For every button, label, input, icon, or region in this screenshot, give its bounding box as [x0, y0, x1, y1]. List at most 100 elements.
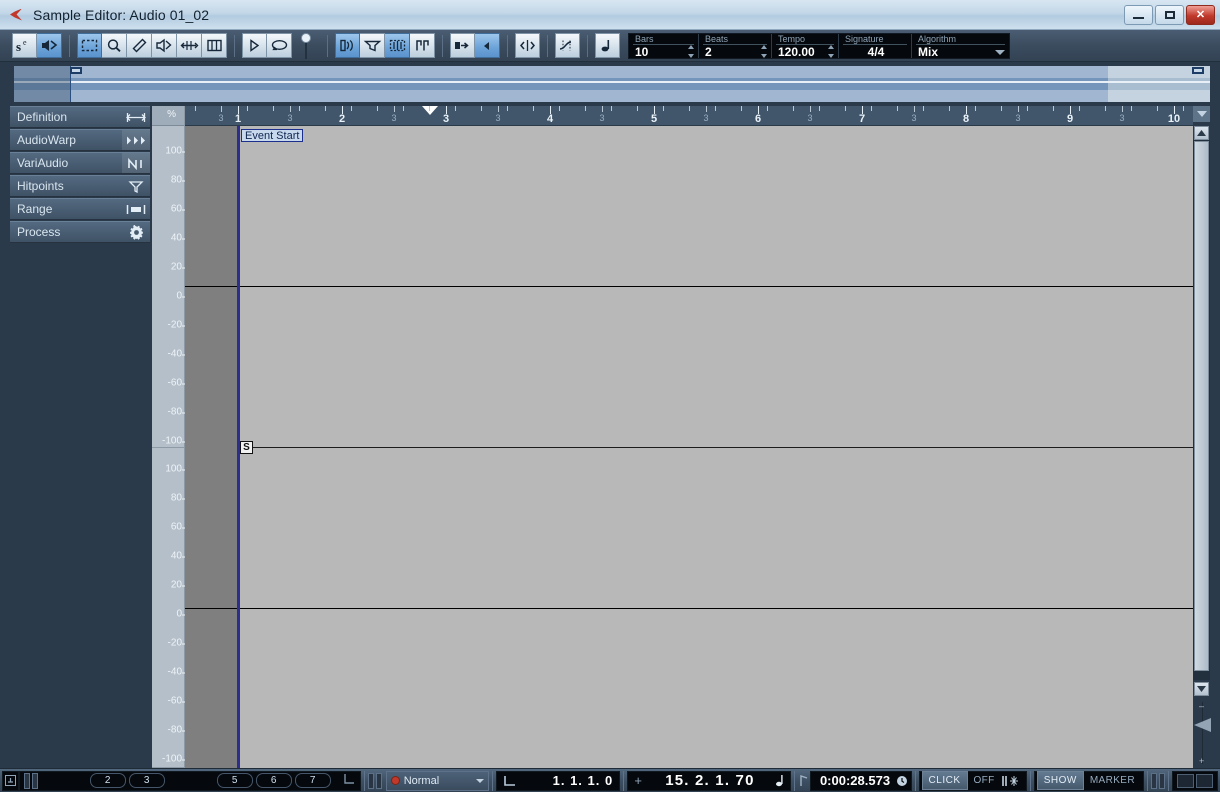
snap-dropdown[interactable] [475, 33, 500, 58]
scroll-up-button[interactable] [1194, 126, 1209, 140]
click-button[interactable]: CLICK [921, 771, 968, 790]
ruler-dropdown-button[interactable] [1193, 106, 1210, 122]
tempo-track-icon[interactable] [798, 774, 811, 787]
vertical-zoom-slider[interactable]: – + [1194, 701, 1211, 766]
sidebar-item-process[interactable]: Process [10, 221, 150, 243]
scroll-track[interactable] [1193, 140, 1210, 680]
algorithm-field[interactable]: Algorithm Mix [912, 34, 1009, 59]
ruler-minor-tick [325, 106, 326, 111]
waveform-display[interactable]: Event Start S [185, 126, 1193, 768]
show-fades-button[interactable] [385, 33, 410, 58]
sync-icon[interactable] [1001, 775, 1024, 787]
position-display[interactable]: + 15. 2. 1. 70 [627, 770, 791, 791]
master-level-display[interactable] [1172, 770, 1218, 791]
ruler-bar-label: 3 [442, 113, 450, 125]
snap-button[interactable] [450, 33, 475, 58]
vr-tick: 20 [170, 261, 187, 273]
loop-button[interactable] [267, 33, 292, 58]
playhead-marker[interactable] [422, 106, 438, 115]
scroll-down-button[interactable] [1194, 682, 1209, 696]
minimize-button[interactable] [1124, 4, 1153, 25]
object-selection-tool[interactable] [77, 33, 102, 58]
draw-tool[interactable] [127, 33, 152, 58]
ruler-minor-tick [871, 106, 872, 111]
show-region-button[interactable] [360, 33, 385, 58]
click-section[interactable]: CLICK OFF [918, 770, 1027, 791]
vr-tick: -100 [161, 435, 187, 447]
ruler-minor-tick [1183, 106, 1184, 111]
vr-tick: -80 [167, 406, 187, 418]
time-display[interactable]: 0:00:28.573 [810, 770, 912, 791]
sidebar-item-audiowarp[interactable]: AudioWarp [10, 129, 150, 151]
show-button[interactable]: SHOW [1036, 771, 1084, 790]
ruler-minor-tick [611, 106, 612, 111]
overview-left-handle[interactable] [70, 67, 82, 74]
marker-button[interactable]: 2 [89, 773, 126, 788]
ruler-minor-tick [1105, 106, 1106, 111]
transport-expand-button[interactable] [2, 770, 19, 791]
event-start-label[interactable]: Event Start [241, 129, 304, 142]
acoustic-feedback-button[interactable] [37, 33, 62, 58]
ruler-minor-tick [1157, 106, 1158, 111]
editor-volume-slider[interactable] [298, 32, 314, 59]
tempo-spinner[interactable] [828, 44, 835, 58]
marker-section[interactable]: SHOW MARKER [1033, 770, 1144, 791]
marker-button[interactable]: 5 [216, 773, 253, 788]
bars-field[interactable]: Bars 10 [629, 33, 699, 59]
bar-ruler[interactable]: 3 1 3 2 3 3 3 4 3 5 3 6 3 7 3 8 3 9 3 10 [185, 106, 1193, 126]
snap-group [450, 33, 500, 59]
close-button[interactable]: ✕ [1186, 4, 1215, 25]
solo-editor-button[interactable]: se [12, 33, 37, 58]
marker-button[interactable]: 6 [255, 773, 292, 788]
ruler-minor-tick [585, 106, 586, 111]
ruler-minor-tick [819, 106, 820, 111]
sidebar-item-range[interactable]: Range [10, 198, 150, 220]
overview-right-handle[interactable] [1192, 67, 1204, 74]
show-audio-event-button[interactable] [335, 33, 360, 58]
vr-tick: 80 [170, 492, 187, 504]
ruler-sub-label: 3 [1119, 113, 1125, 123]
clock-icon [896, 775, 908, 787]
beats-field[interactable]: Beats 2 [699, 33, 772, 59]
vr-tick: 60 [170, 521, 187, 533]
zoom-tool[interactable] [102, 33, 127, 58]
scroll-thumb[interactable] [1194, 141, 1209, 671]
overview-waveform[interactable] [14, 66, 1210, 102]
sidebar-item-label: VariAudio [17, 156, 69, 170]
left-locator-display[interactable]: 1. 1. 1. 0 [496, 770, 621, 791]
note-value-button[interactable] [595, 33, 620, 58]
zero-cross-group [515, 33, 540, 59]
signature-field[interactable]: Signature 4/4 [839, 33, 912, 59]
sidebar-item-hitpoints[interactable]: Hitpoints [10, 175, 150, 197]
musical-mode-button[interactable] [555, 33, 580, 58]
vertical-scrollbar[interactable]: – + [1193, 106, 1211, 768]
maximize-button[interactable] [1155, 4, 1184, 25]
play-button[interactable] [242, 33, 267, 58]
scrub-tool[interactable] [177, 33, 202, 58]
ruler-tick [1018, 106, 1019, 112]
chevron-down-icon[interactable] [476, 778, 485, 783]
snap-point-handle[interactable]: S [240, 441, 253, 454]
overview-strip[interactable] [0, 62, 1220, 106]
chevron-down-icon[interactable] [995, 49, 1005, 55]
transport-divider-2 [492, 770, 494, 791]
sidebar-item-definition[interactable]: Definition [10, 106, 150, 128]
time-warp-tool[interactable] [202, 33, 227, 58]
record-mode-selector[interactable]: Normal [385, 770, 490, 791]
tempo-field[interactable]: Tempo 120.00 [772, 33, 839, 59]
beats-spinner[interactable] [761, 44, 768, 58]
value-ruler-unit: % [167, 109, 176, 120]
show-hitpoints-button[interactable] [410, 33, 435, 58]
zero-crossing-button[interactable] [515, 33, 540, 58]
ruler-bar-label: 9 [1066, 113, 1074, 125]
range-bar-icon [122, 199, 150, 219]
edit-tools-group [77, 33, 227, 59]
marker-buttons[interactable]: 2 3 5 6 7 [18, 770, 361, 791]
sidebar-item-variaudio[interactable]: VariAudio [10, 152, 150, 174]
musical-mode-group [555, 33, 580, 59]
play-tool[interactable] [152, 33, 177, 58]
marker-button[interactable]: 3 [128, 773, 165, 788]
marker-button[interactable]: 7 [294, 773, 331, 788]
bars-spinner[interactable] [688, 44, 695, 58]
ruler-minor-tick [1001, 106, 1002, 111]
